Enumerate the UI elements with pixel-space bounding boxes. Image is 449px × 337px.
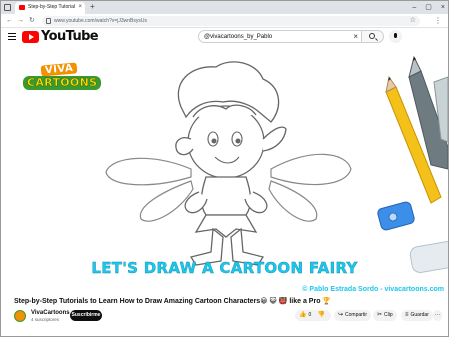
browser-window: Step-by-Step Tutorials to Learn H... × +…: [0, 0, 449, 337]
subscriber-count: 4 suscriptores: [31, 317, 60, 322]
reload-button[interactable]: ↻: [29, 16, 35, 26]
thumbs-up-icon: 👍: [299, 312, 307, 318]
channel-name[interactable]: VivaCartoons: [31, 310, 70, 317]
new-tab-button[interactable]: +: [90, 2, 95, 12]
fairy-head: [175, 61, 287, 179]
browser-tab-active[interactable]: Step-by-Step Tutorials to Learn H... ×: [15, 2, 85, 14]
channel-avatar[interactable]: [14, 310, 26, 322]
subscribe-button[interactable]: Suscribirme: [70, 310, 102, 321]
search-icon: [369, 33, 375, 39]
video-credit: © Pablo Estrada Sordo - vivacartoons.com: [302, 286, 444, 293]
like-count: 0: [308, 312, 312, 318]
lock-icon[interactable]: [46, 18, 51, 24]
save-button[interactable]: ≡ Guardar: [401, 310, 433, 321]
save-label: Guardar: [410, 312, 429, 318]
thumbs-down-icon[interactable]: 👎: [318, 312, 325, 318]
browser-menu-icon[interactable]: ⋮: [434, 15, 442, 26]
logo-cartoons-text: CARTOONS: [23, 76, 102, 90]
window-menu-icon[interactable]: [4, 4, 11, 11]
search-input[interactable]: @vivacartoons_by_Pablo ×: [198, 30, 362, 43]
hamburger-menu-icon[interactable]: [8, 33, 16, 40]
tab-close-icon[interactable]: ×: [78, 3, 82, 12]
scissors-icon: ✂: [377, 312, 383, 318]
minimize-button[interactable]: –: [412, 1, 416, 14]
youtube-logo-icon[interactable]: [22, 31, 39, 43]
tab-title: Step-by-Step Tutorials to Learn H...: [28, 4, 75, 10]
search-button[interactable]: [362, 30, 384, 43]
omnibox[interactable]: www.youtube.com/watch?v=jJ3wnBsysUs ☆: [42, 16, 420, 26]
pencils-decoration: [385, 55, 448, 204]
video-overlay-title: LET'S DRAW A CARTOON FAIRY: [91, 259, 358, 277]
share-label: Compartir: [345, 312, 367, 318]
tab-strip: Step-by-Step Tutorials to Learn H... × +…: [1, 1, 448, 14]
window-controls: – ▢ ×: [412, 1, 445, 14]
fairy-body: [184, 176, 268, 266]
share-icon: ↪: [338, 312, 344, 318]
search-clear-icon[interactable]: ×: [353, 32, 358, 42]
bookmark-star-icon[interactable]: ☆: [410, 16, 416, 26]
search-query[interactable]: @vivacartoons_by_Pablo: [204, 33, 272, 41]
share-button[interactable]: ↪ Compartir: [334, 310, 371, 321]
youtube-logo-text[interactable]: YouTube: [41, 30, 99, 44]
like-button[interactable]: 👍 0 👎: [295, 310, 332, 321]
maximize-button[interactable]: ▢: [425, 1, 432, 14]
clip-label: Clip: [384, 312, 393, 318]
video-title: Step-by-Step Tutorials to Learn How to D…: [14, 298, 332, 305]
address-bar-row: ← → ↻ www.youtube.com/watch?v=jJ3wnBsysU…: [1, 14, 448, 28]
microphone-icon: [394, 33, 397, 38]
youtube-favicon-icon: [19, 5, 25, 10]
youtube-header: YouTube @vivacartoons_by_Pablo ×: [1, 28, 448, 46]
more-actions-button[interactable]: ···: [433, 310, 442, 321]
close-window-button[interactable]: ×: [441, 1, 445, 14]
url-text[interactable]: www.youtube.com/watch?v=jJ3wnBsysUs: [54, 17, 147, 25]
channel-logo-overlay: VIVA CARTOONS: [17, 62, 102, 100]
video-player[interactable]: VIVA CARTOONS LET'S DRAW A CARTOON FAIRY…: [1, 47, 448, 295]
forward-button[interactable]: →: [17, 16, 24, 26]
save-playlist-icon: ≡: [405, 312, 409, 318]
back-button[interactable]: ←: [6, 16, 13, 26]
logo-viva-text: VIVA: [40, 62, 78, 77]
clip-button[interactable]: ✂ Clip: [373, 310, 397, 321]
voice-search-button[interactable]: [389, 30, 402, 43]
